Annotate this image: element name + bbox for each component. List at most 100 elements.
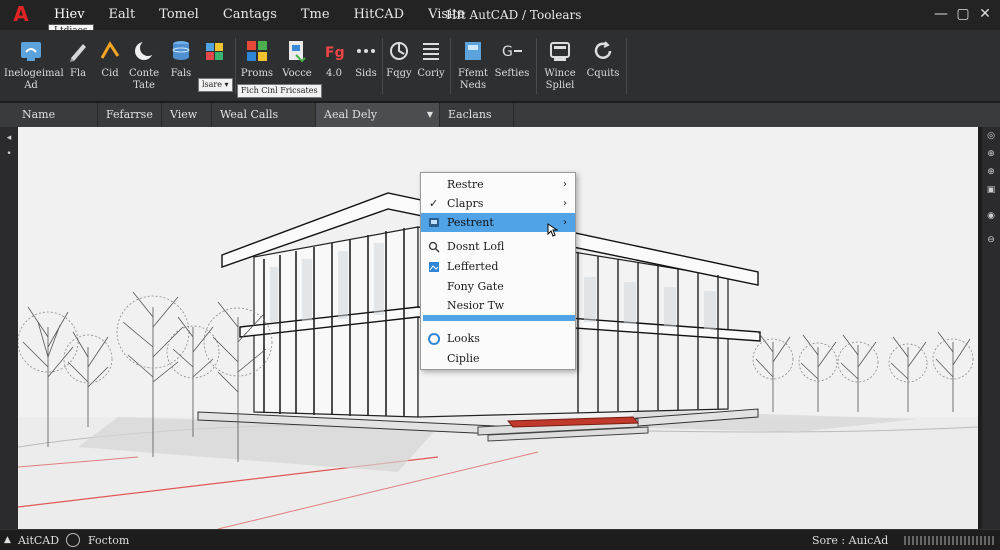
properties-dropdown[interactable]: Fich Cinl Fricsates bbox=[237, 84, 322, 98]
database-icon bbox=[172, 41, 190, 60]
tool-label: Sids bbox=[355, 68, 377, 79]
steering-icon[interactable]: ⊖ bbox=[986, 235, 996, 245]
ctx-highlight-bar bbox=[423, 315, 575, 321]
ctx-item-label: Restre bbox=[447, 178, 484, 191]
tool-ffemt[interactable]: Ffemt Neds bbox=[454, 30, 492, 102]
maximize-button[interactable]: ▢ bbox=[952, 4, 974, 24]
layer-select[interactable]: Aeal Dely ▼ bbox=[316, 103, 440, 127]
title-bar: A Hiev Ealt Tomel Cantags Tme HitCAD Vis… bbox=[0, 0, 1000, 38]
moon-icon bbox=[135, 40, 156, 60]
tool-sids[interactable]: Sids bbox=[352, 30, 380, 102]
menu-bar: Hiev Ealt Tomel Cantags Tme HitCAD Visit… bbox=[42, 0, 477, 30]
collapse-icon[interactable]: ◂ bbox=[4, 133, 14, 143]
tool-fla[interactable]: Fla bbox=[64, 30, 92, 102]
tool-conte-tate[interactable]: Conte Tate bbox=[128, 30, 160, 102]
prop-weal-calls[interactable]: Weal Calls Flegres bbox=[212, 103, 316, 145]
left-rail: ◂ • bbox=[0, 127, 18, 529]
ctx-item-ciplie[interactable]: Ciplie bbox=[421, 349, 575, 368]
ctx-item-nesior-tw[interactable]: Nesior Tw bbox=[421, 296, 575, 315]
app-logo[interactable]: A bbox=[10, 3, 32, 25]
menu-item-edit[interactable]: Ealt bbox=[97, 0, 148, 30]
ribbon-separator bbox=[382, 38, 383, 94]
chevron-down-icon: ▼ bbox=[426, 110, 433, 119]
tool-fals[interactable]: Fals bbox=[166, 30, 196, 102]
ribbon: Inelogeimal Ad Fla Cid Conte Tate Fals l… bbox=[0, 30, 1000, 102]
rotate-icon bbox=[390, 42, 408, 60]
menu-item-time[interactable]: Tme bbox=[289, 0, 342, 30]
present-icon bbox=[429, 218, 439, 227]
link-icon: G bbox=[502, 44, 522, 60]
ribbon-separator bbox=[235, 38, 236, 94]
ctx-item-label: Fony Gate bbox=[447, 280, 504, 293]
ctx-item-fony-gate[interactable]: Fony Gate bbox=[421, 277, 575, 296]
tools-icon bbox=[428, 333, 440, 345]
tool-cid[interactable]: Cid bbox=[96, 30, 124, 102]
status-bar: ▲ AitCAD Foctom Sore : AuicAd bbox=[0, 529, 1000, 550]
model-icon[interactable]: ▲ bbox=[4, 530, 11, 550]
menu-item-settings[interactable]: Cantags bbox=[211, 0, 289, 30]
dot-icon[interactable]: • bbox=[4, 149, 14, 159]
tool-label: Fals bbox=[170, 68, 192, 79]
ctx-item-label: Dosnt Lofl bbox=[447, 240, 505, 253]
cursor-icon bbox=[547, 223, 559, 237]
chevron-right-icon: › bbox=[563, 179, 567, 190]
tool-label: Ffemt Neds bbox=[457, 68, 489, 91]
close-button[interactable]: ✕ bbox=[974, 4, 996, 24]
tool-label: Cquits bbox=[586, 68, 620, 79]
view-icon[interactable]: ◉ bbox=[986, 211, 996, 221]
tool-fqgy[interactable]: Fqgy bbox=[384, 30, 414, 102]
layer-select-value: Aeal Dely bbox=[324, 108, 378, 121]
ctx-item-label: Pestrent bbox=[447, 216, 494, 229]
ctx-item-claprs[interactable]: ✓ Claprs › bbox=[421, 194, 575, 213]
grid-icon bbox=[247, 41, 267, 61]
tool-label: 4.0 bbox=[326, 68, 342, 79]
zoom-icon[interactable]: ⊕ bbox=[986, 149, 996, 159]
tool-label: Coriy bbox=[417, 68, 445, 79]
ctx-item-label: Lefferted bbox=[447, 260, 499, 273]
tool-label: Inelogeimal Ad bbox=[4, 68, 64, 91]
ribbon-separator bbox=[536, 38, 537, 94]
frame-icon bbox=[465, 42, 481, 60]
prop-eaclans[interactable]: Eaclans bbox=[440, 103, 514, 127]
format-icon: Fg bbox=[325, 45, 345, 61]
tool-coriy[interactable]: Coriy bbox=[416, 30, 446, 102]
ctx-item-restre[interactable]: Restre › bbox=[421, 175, 575, 194]
chevron-right-icon: › bbox=[563, 198, 567, 209]
ctx-item-label: Nesior Tw bbox=[447, 299, 505, 312]
tool-label: Proms bbox=[240, 68, 274, 79]
status-source-label: Sore : AuicAd bbox=[812, 534, 889, 547]
pencil-icon bbox=[70, 44, 86, 62]
minimize-button[interactable]: — bbox=[930, 4, 952, 24]
ctx-item-dosnt-lofl[interactable]: Dosnt Lofl bbox=[421, 237, 575, 256]
tool-wince[interactable]: Wince Spliel bbox=[540, 30, 580, 102]
tool-cquits[interactable]: Cquits bbox=[584, 30, 622, 102]
tool-label: Cid bbox=[101, 68, 119, 79]
pan-icon[interactable]: ◎ bbox=[986, 131, 996, 141]
svg-text:Fg: Fg bbox=[325, 45, 345, 61]
settings-icon[interactable] bbox=[66, 533, 80, 547]
tool-workspace[interactable]: Inelogeimal Ad bbox=[4, 30, 64, 102]
showmotion-icon[interactable]: ▣ bbox=[986, 185, 996, 195]
ctx-item-looks[interactable]: Looks bbox=[421, 329, 575, 348]
layer-dropdown[interactable]: lsare ▾ bbox=[198, 78, 233, 92]
ctx-item-lefferted[interactable]: Lefferted bbox=[421, 257, 575, 276]
svg-text:G: G bbox=[502, 44, 513, 60]
prop-name[interactable]: Name bbox=[14, 103, 98, 127]
ctx-item-label: Claprs bbox=[447, 197, 484, 210]
menu-item-hitcad[interactable]: HitCAD bbox=[342, 0, 416, 30]
tool-format[interactable]: Fg 4.0 bbox=[318, 30, 350, 102]
ctx-item-label: Ciplie bbox=[447, 352, 480, 365]
orbit-icon[interactable]: ⊕ bbox=[986, 167, 996, 177]
right-rail: ◎ ⊕ ⊕ ▣ ◉ ⊖ bbox=[982, 127, 1000, 529]
tool-label: Fla bbox=[69, 68, 87, 79]
status-layout-label[interactable]: Foctom bbox=[88, 530, 129, 550]
tool-label: Vocce bbox=[282, 68, 312, 79]
check-icon: ✓ bbox=[429, 197, 439, 210]
prop-fefarrse[interactable]: Fefarrse bbox=[98, 103, 162, 127]
tool-label: Conte Tate bbox=[128, 68, 160, 91]
workspace-icon bbox=[21, 42, 41, 61]
list-icon bbox=[423, 43, 439, 60]
tool-sefties[interactable]: G Sefties bbox=[494, 30, 530, 102]
menu-item-tools[interactable]: Tomel bbox=[147, 0, 211, 30]
prop-view[interactable]: View bbox=[162, 103, 212, 127]
